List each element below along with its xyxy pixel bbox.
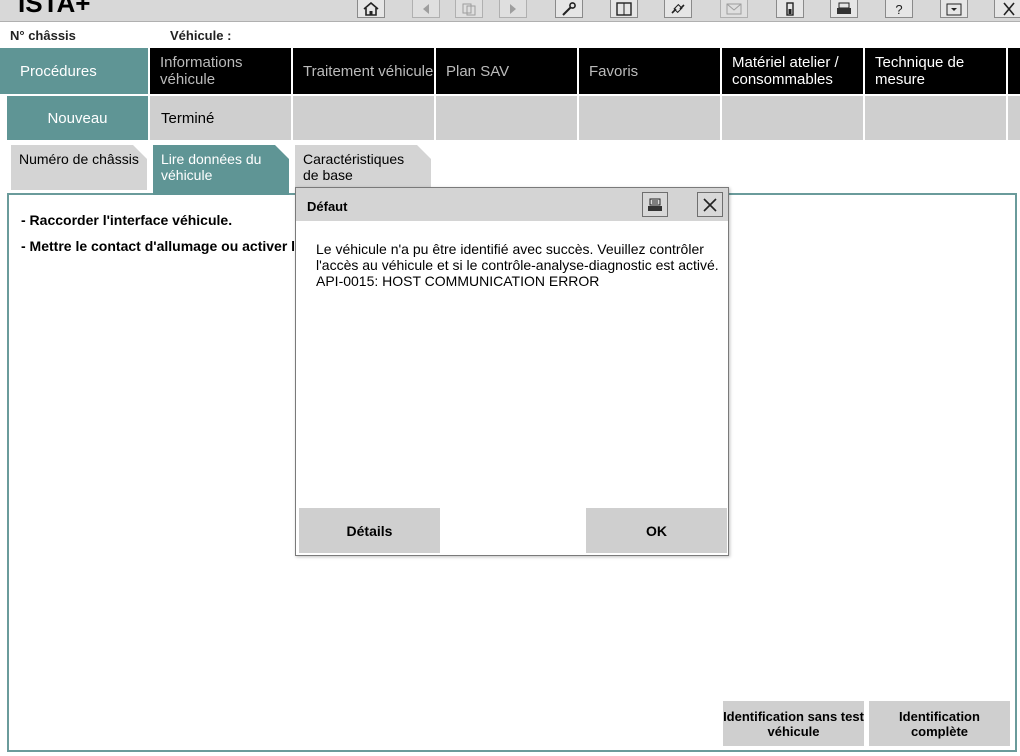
step-tab-base-characteristics[interactable]: Caractéristiques de base	[295, 145, 431, 190]
chassis-label: N° châssis	[10, 28, 76, 43]
help-icon[interactable]: ?	[885, 0, 913, 18]
nav-vehicle-treatment[interactable]: Traitement véhicule	[293, 48, 434, 94]
dialog-message: Le véhicule n'a pu être identifié avec s…	[316, 241, 726, 289]
subnav-empty-5	[865, 96, 1006, 140]
ok-button[interactable]: OK	[586, 508, 727, 553]
toolbar: ISTA+ ?	[0, 0, 1020, 22]
nav-workshop-equipment[interactable]: Matériel atelier / consommables	[722, 48, 863, 94]
error-dialog: Défaut Le véhicule n'a pu être identifié…	[295, 187, 729, 556]
nav-overflow	[1008, 48, 1020, 94]
subnav-empty-4	[722, 96, 863, 140]
subnav-empty-6	[1008, 96, 1020, 140]
book-icon[interactable]	[610, 0, 638, 18]
subnav-empty-2	[436, 96, 577, 140]
dialog-message-line-3: API-0015: HOST COMMUNICATION ERROR	[316, 273, 600, 289]
dialog-title: Défaut	[307, 199, 348, 214]
nav-measurement-technique[interactable]: Technique de mesure	[865, 48, 1006, 94]
forward-icon[interactable]	[499, 0, 527, 18]
print-icon[interactable]	[830, 0, 858, 18]
nav-procedures[interactable]: Procédures	[0, 48, 148, 94]
dialog-print-icon[interactable]	[642, 192, 668, 217]
dialog-close-icon[interactable]	[697, 192, 723, 217]
nav-service-plan[interactable]: Plan SAV	[436, 48, 577, 94]
dialog-header: Défaut	[296, 188, 728, 221]
step-tab-chassis-number[interactable]: Numéro de châssis	[11, 145, 147, 190]
nav-vehicle-info[interactable]: Informations véhicule	[150, 48, 291, 94]
dialog-message-line-1: Le véhicule n'a pu être identifié avec s…	[316, 241, 704, 257]
step-tab-read-vehicle-data[interactable]: Lire données du véhicule	[153, 145, 289, 195]
subnav-empty-1	[293, 96, 434, 140]
back-icon[interactable]	[412, 0, 440, 18]
home-icon[interactable]	[357, 0, 385, 18]
download-icon[interactable]	[940, 0, 968, 18]
app-title: ISTA+	[18, 0, 91, 18]
svg-text:?: ?	[895, 2, 902, 16]
details-button[interactable]: Détails	[299, 508, 440, 553]
copy-icon[interactable]	[455, 0, 483, 18]
subnav-completed[interactable]: Terminé	[150, 96, 291, 140]
connection-icon[interactable]	[664, 0, 692, 18]
instruction-connect-interface: - Raccorder l'interface véhicule.	[21, 212, 233, 228]
identification-without-test-button[interactable]: Identification sans test véhicule	[723, 701, 864, 746]
vehicle-label: Véhicule :	[170, 28, 232, 43]
subnav-empty-3	[579, 96, 720, 140]
instruction-ignition: - Mettre le contact d'allumage ou active…	[21, 238, 296, 254]
battery-icon[interactable]	[776, 0, 804, 18]
subnav-new[interactable]: Nouveau	[7, 96, 148, 140]
identification-complete-button[interactable]: Identification complète	[869, 701, 1010, 746]
nav-favorites[interactable]: Favoris	[579, 48, 720, 94]
dialog-message-line-2: l'accès au véhicule et si le contrôle-an…	[316, 257, 719, 273]
mail-icon[interactable]	[720, 0, 748, 18]
wrench-icon[interactable]	[555, 0, 583, 18]
close-icon[interactable]	[994, 0, 1020, 18]
